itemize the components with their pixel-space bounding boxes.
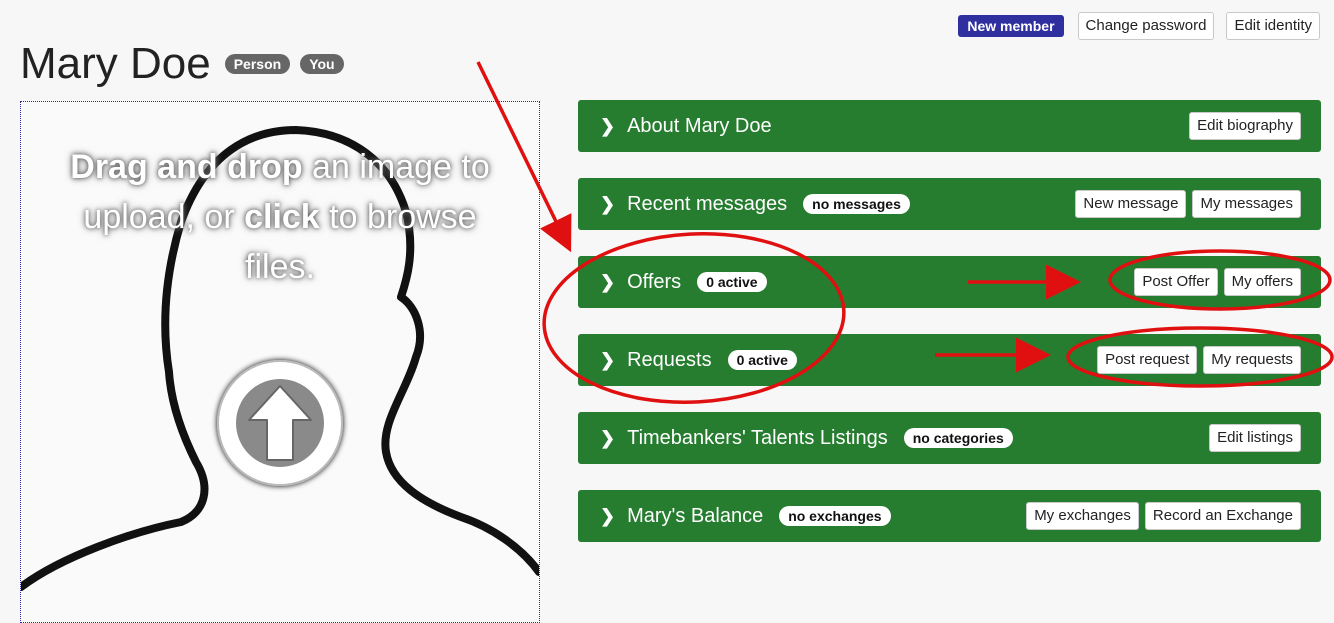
chevron-right-icon: ❯ (600, 427, 616, 448)
offers-count-badge: 0 active (697, 272, 767, 292)
upload-arrow-icon[interactable] (207, 350, 353, 496)
requests-panel[interactable]: ❯ Requests 0 active Post request My requ… (578, 334, 1321, 386)
page-title: Mary Doe (20, 39, 211, 88)
profile-header: Mary Doe Person You (20, 38, 344, 90)
new-message-button[interactable]: New message (1075, 190, 1187, 218)
dropzone-text-click: click (244, 198, 320, 236)
my-exchanges-button[interactable]: My exchanges (1026, 502, 1139, 530)
chevron-right-icon: ❯ (600, 193, 616, 214)
messages-title: Recent messages (627, 192, 788, 215)
requests-count-badge: 0 active (727, 350, 797, 370)
person-badge: Person (224, 54, 291, 74)
my-requests-button[interactable]: My requests (1203, 346, 1301, 374)
post-offer-button[interactable]: Post Offer (1134, 268, 1218, 296)
balance-panel[interactable]: ❯ Mary's Balance no exchanges My exchang… (578, 490, 1321, 542)
edit-listings-button[interactable]: Edit listings (1209, 424, 1301, 452)
talents-count-badge: no categories (903, 428, 1013, 448)
chevron-right-icon: ❯ (600, 271, 616, 292)
offers-title: Offers (627, 270, 682, 293)
talents-title: Timebankers' Talents Listings (627, 426, 888, 449)
messages-panel[interactable]: ❯ Recent messages no messages New messag… (578, 178, 1321, 230)
chevron-right-icon: ❯ (600, 349, 616, 370)
top-actions: New member Change password Edit identity (958, 12, 1320, 40)
balance-title: Mary's Balance (627, 504, 764, 527)
offers-panel[interactable]: ❯ Offers 0 active Post Offer My offers (578, 256, 1321, 308)
you-badge: You (300, 54, 344, 74)
chevron-right-icon: ❯ (600, 505, 616, 526)
record-exchange-button[interactable]: Record an Exchange (1144, 502, 1301, 530)
dropzone-instructions: Drag and drop an image to upload, or cli… (21, 142, 539, 292)
dropzone-text-drag: Drag and drop (70, 148, 303, 186)
talents-panel[interactable]: ❯ Timebankers' Talents Listings no categ… (578, 412, 1321, 464)
edit-identity-button[interactable]: Edit identity (1226, 12, 1320, 40)
my-messages-button[interactable]: My messages (1192, 190, 1301, 218)
new-member-badge: New member (958, 15, 1064, 37)
edit-biography-button[interactable]: Edit biography (1189, 112, 1301, 140)
about-title: About Mary Doe (627, 114, 772, 137)
image-upload-dropzone[interactable]: Drag and drop an image to upload, or cli… (20, 101, 540, 623)
change-password-button[interactable]: Change password (1077, 12, 1215, 40)
requests-title: Requests (627, 348, 712, 371)
messages-count-badge: no messages (803, 194, 910, 214)
chevron-right-icon: ❯ (600, 115, 616, 136)
post-request-button[interactable]: Post request (1097, 346, 1198, 374)
my-offers-button[interactable]: My offers (1223, 268, 1301, 296)
about-panel[interactable]: ❯ About Mary Doe Edit biography (578, 100, 1321, 152)
balance-count-badge: no exchanges (779, 506, 891, 526)
